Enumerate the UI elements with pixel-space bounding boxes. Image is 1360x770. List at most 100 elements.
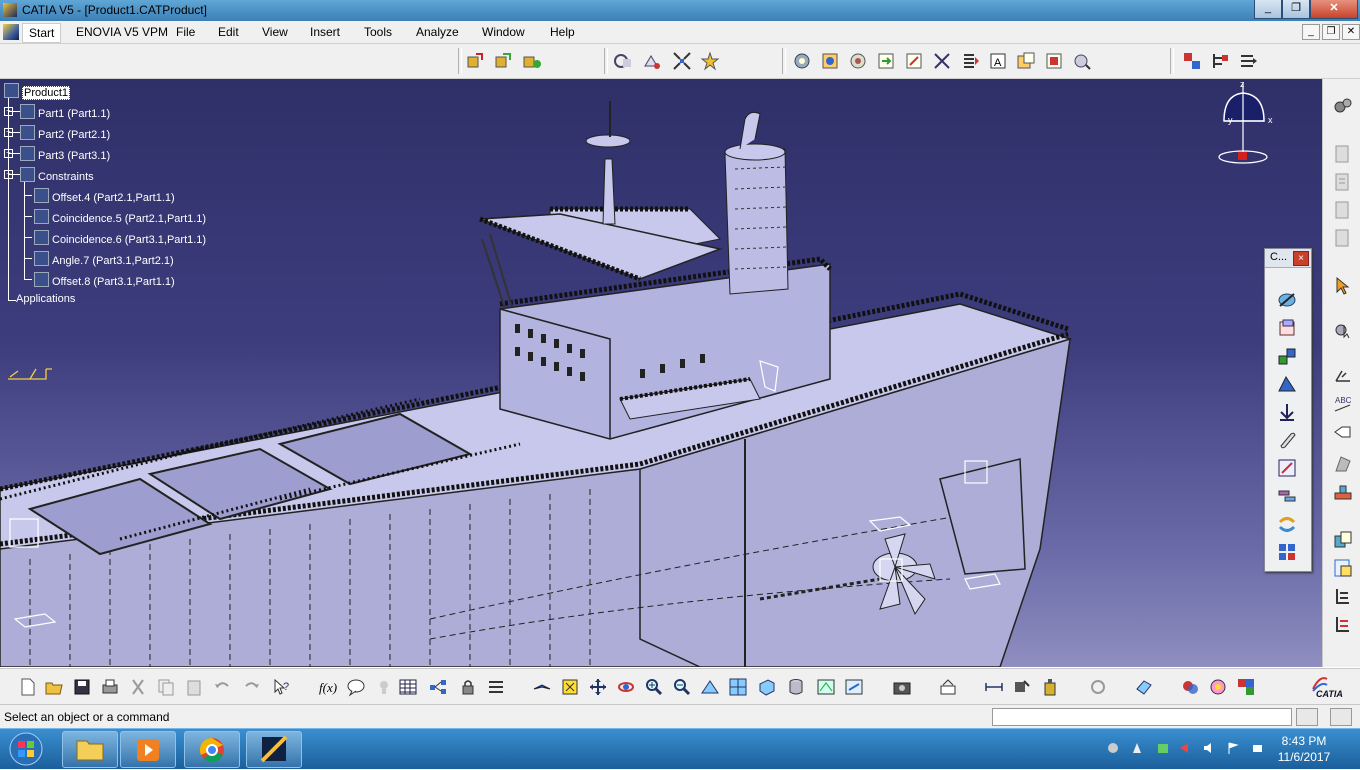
tray-alert-icon[interactable] bbox=[1178, 741, 1192, 755]
menu-start[interactable]: Start bbox=[22, 23, 62, 43]
reuse-pattern-icon[interactable] bbox=[1276, 541, 1298, 563]
rotate-icon[interactable] bbox=[616, 677, 636, 697]
update-icon[interactable] bbox=[876, 51, 896, 71]
cycle-icon[interactable] bbox=[1088, 677, 1108, 697]
expand-toggle[interactable]: + bbox=[4, 149, 13, 158]
coincidence-icon[interactable] bbox=[1276, 289, 1298, 311]
close-button[interactable]: ✕ bbox=[1310, 0, 1358, 19]
taskbar-catia[interactable] bbox=[246, 731, 302, 768]
table-icon[interactable] bbox=[398, 677, 418, 697]
whats-this-icon[interactable]: ? bbox=[272, 677, 292, 697]
tree-constraints[interactable]: Constraints bbox=[20, 167, 94, 183]
restore-button[interactable]: ❐ bbox=[1282, 0, 1310, 19]
menu-window[interactable]: Window bbox=[482, 25, 525, 39]
new-product-icon[interactable] bbox=[1332, 199, 1354, 221]
zoom-in-icon[interactable] bbox=[644, 677, 664, 697]
power-input-button[interactable] bbox=[1330, 708, 1352, 726]
print-icon[interactable] bbox=[100, 677, 120, 697]
copy-icon[interactable] bbox=[156, 677, 176, 697]
tray-flag-icon[interactable] bbox=[1226, 741, 1240, 755]
existing-with-positioning-icon[interactable] bbox=[494, 51, 514, 71]
tray-update-icon[interactable] bbox=[1130, 741, 1144, 755]
menu-enovia[interactable]: ENOVIA V5 VPM bbox=[76, 25, 168, 39]
formula-icon[interactable]: f(x) bbox=[318, 677, 338, 697]
tree-constraint-item[interactable]: Coincidence.6 (Part3.1,Part1.1) bbox=[34, 230, 206, 246]
command-input[interactable] bbox=[992, 708, 1292, 726]
3d-viewport[interactable]: + + + − Product1 Part1 (Part1.1) Part2 (… bbox=[0, 79, 1322, 667]
tree-part-3[interactable]: Part3 (Part3.1) bbox=[20, 146, 110, 162]
render-icon[interactable] bbox=[1208, 677, 1228, 697]
menu-analyze[interactable]: Analyze bbox=[416, 25, 459, 39]
change-constraint-icon[interactable] bbox=[1276, 513, 1298, 535]
tree-part-2[interactable]: Part2 (Part2.1) bbox=[20, 125, 110, 141]
bom-list-icon[interactable] bbox=[1332, 585, 1354, 607]
tray-network-icon[interactable] bbox=[1106, 741, 1120, 755]
capture-camera-icon[interactable] bbox=[892, 677, 912, 697]
comment-icon[interactable] bbox=[346, 677, 366, 697]
doc-restore-button[interactable]: ❐ bbox=[1322, 24, 1340, 40]
tree-constraint-item[interactable]: Offset.8 (Part3.1,Part1.1) bbox=[34, 272, 175, 288]
menu-insert[interactable]: Insert bbox=[310, 25, 340, 39]
swap-visible-space-icon[interactable] bbox=[844, 677, 864, 697]
collapse-toggle[interactable]: − bbox=[4, 170, 13, 179]
distance-band-icon[interactable] bbox=[848, 51, 868, 71]
existing-component-icon[interactable] bbox=[466, 51, 486, 71]
zoom-out-icon[interactable] bbox=[672, 677, 692, 697]
contact-icon[interactable] bbox=[1276, 317, 1298, 339]
iso-view-icon[interactable] bbox=[756, 677, 776, 697]
texture-icon[interactable] bbox=[1236, 677, 1256, 697]
tray-volume-icon[interactable] bbox=[1202, 741, 1216, 755]
multi-view-icon[interactable] bbox=[728, 677, 748, 697]
bill-of-material-icon[interactable] bbox=[960, 51, 980, 71]
offset-icon[interactable] bbox=[1276, 345, 1298, 367]
new-document-icon[interactable] bbox=[18, 677, 38, 697]
explode-icon[interactable] bbox=[672, 51, 692, 71]
tray-security-icon[interactable] bbox=[1156, 741, 1170, 755]
quick-constraint-icon[interactable] bbox=[1276, 457, 1298, 479]
product-structure-icon[interactable] bbox=[1332, 143, 1354, 165]
save-icon[interactable] bbox=[72, 677, 92, 697]
select-mode-icon[interactable] bbox=[1332, 319, 1354, 341]
annotation-icon[interactable]: A bbox=[988, 51, 1008, 71]
windows-start-button[interactable] bbox=[4, 731, 48, 767]
catalog-icon[interactable] bbox=[1238, 51, 1258, 71]
manipulation-icon[interactable] bbox=[613, 51, 633, 71]
flag-note-icon[interactable] bbox=[1332, 421, 1354, 443]
graph-tree-icon[interactable] bbox=[428, 677, 448, 697]
scene-icon[interactable] bbox=[904, 51, 924, 71]
measure-item-icon[interactable] bbox=[1012, 677, 1032, 697]
measure-icon[interactable] bbox=[932, 51, 952, 71]
tree-constraint-item[interactable]: Offset.4 (Part2.1,Part1.1) bbox=[34, 188, 175, 204]
menu-tools[interactable]: Tools bbox=[364, 25, 392, 39]
normal-view-icon[interactable] bbox=[700, 677, 720, 697]
fit-all-in-icon[interactable] bbox=[560, 677, 580, 697]
expand-toggle[interactable]: + bbox=[4, 107, 13, 116]
publication-icon[interactable] bbox=[1016, 51, 1036, 71]
publish-icon[interactable] bbox=[1332, 529, 1354, 551]
parameters-icon[interactable] bbox=[486, 677, 506, 697]
lock-icon[interactable] bbox=[458, 677, 478, 697]
menu-file[interactable]: File bbox=[176, 25, 195, 39]
knowledge-icon[interactable] bbox=[374, 677, 394, 697]
fly-mode-icon[interactable] bbox=[532, 677, 552, 697]
cut-icon[interactable] bbox=[128, 677, 148, 697]
tree-applications[interactable]: Applications bbox=[16, 293, 75, 305]
fix-together-icon[interactable] bbox=[1276, 429, 1298, 451]
tree-constraint-item[interactable]: Coincidence.5 (Part2.1,Part1.1) bbox=[34, 209, 206, 225]
clash-icon[interactable] bbox=[792, 51, 812, 71]
floating-toolbar-close-button[interactable]: × bbox=[1293, 251, 1309, 266]
sectioning-icon[interactable] bbox=[820, 51, 840, 71]
specification-list-icon[interactable] bbox=[1332, 613, 1354, 635]
tree-icon[interactable] bbox=[1210, 51, 1230, 71]
menu-view[interactable]: View bbox=[262, 25, 288, 39]
snap-icon[interactable] bbox=[642, 51, 662, 71]
doc-minimize-button[interactable]: _ bbox=[1302, 24, 1320, 40]
assembly-features-icon[interactable] bbox=[1072, 51, 1092, 71]
taskbar-clock[interactable]: 8:43 PM 11/6/2017 bbox=[1272, 733, 1336, 765]
paste-icon[interactable] bbox=[184, 677, 204, 697]
tree-constraint-item[interactable]: Angle.7 (Part3.1,Part2.1) bbox=[34, 251, 174, 267]
floating-toolbar-header[interactable]: C... × bbox=[1265, 249, 1311, 268]
generate-catpart-icon[interactable] bbox=[1044, 51, 1064, 71]
axis-system-icon[interactable] bbox=[1332, 365, 1354, 387]
taskbar-file-explorer[interactable] bbox=[62, 731, 118, 768]
